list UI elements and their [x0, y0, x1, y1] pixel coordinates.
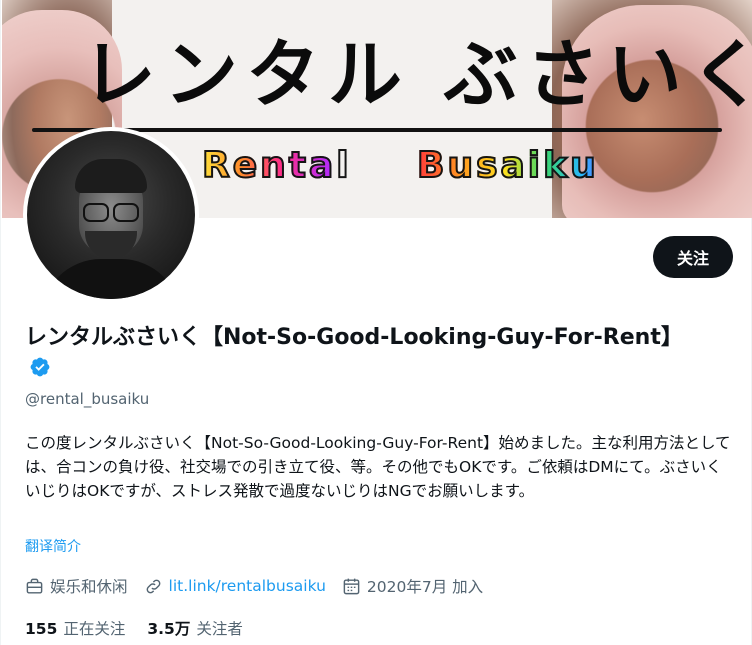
followers-label: 关注者	[196, 620, 243, 638]
verified-badge-icon[interactable]	[29, 356, 51, 378]
following-stat[interactable]: 155 正在关注	[25, 617, 125, 639]
banner-word-rental: Rental	[201, 144, 352, 187]
following-count: 155	[25, 620, 58, 638]
meta-category-label: 娱乐和休闲	[50, 578, 128, 596]
followers-stat[interactable]: 3.5万 关注者	[147, 617, 242, 639]
meta-link[interactable]: lit.link/rentalbusaiku	[144, 577, 326, 596]
avatar-body	[41, 259, 181, 299]
avatar-hair	[75, 159, 147, 193]
translate-bio-link[interactable]: 翻译简介	[25, 537, 81, 557]
profile-meta-row: 娱乐和休闲 lit.link/rentalbusaiku 2020年7月 加入	[25, 574, 499, 598]
profile-website-link[interactable]: lit.link/rentalbusaiku	[169, 577, 326, 595]
profile-handle: @rental_busaiku	[25, 390, 150, 408]
banner-word-busaiku: Busaiku	[416, 144, 647, 188]
following-label: 正在关注	[63, 620, 126, 638]
meta-category: 娱乐和休闲	[25, 575, 128, 597]
follow-button[interactable]: 关注	[653, 236, 733, 278]
meta-joined: 2020年7月 加入	[342, 575, 483, 597]
meta-joined-label: 2020年7月 加入	[366, 578, 484, 596]
profile-stats-row: 155 正在关注 3.5万 关注者	[25, 617, 265, 639]
display-name-row: レンタルぶさいく【Not-So-Good-Looking-Guy-For-Ren…	[25, 322, 685, 384]
link-icon	[146, 579, 160, 593]
avatar-beard	[85, 231, 137, 259]
banner-title: レンタル ぶさいく	[82, 32, 752, 118]
briefcase-icon	[26, 578, 43, 594]
avatar-glasses	[83, 203, 139, 222]
calendar-icon	[343, 578, 360, 594]
profile-bio: この度レンタルぶさいく【Not-So-Good-Looking-Guy-For-…	[25, 434, 731, 500]
display-name: レンタルぶさいく【Not-So-Good-Looking-Guy-For-Ren…	[25, 325, 683, 350]
profile-avatar[interactable]	[23, 127, 199, 303]
followers-count: 3.5万	[147, 620, 191, 638]
profile-page: レンタル ぶさいく Rental Busaiku 关注 レンタルぶさいく【Not…	[0, 0, 752, 645]
avatar-photo	[27, 131, 195, 299]
